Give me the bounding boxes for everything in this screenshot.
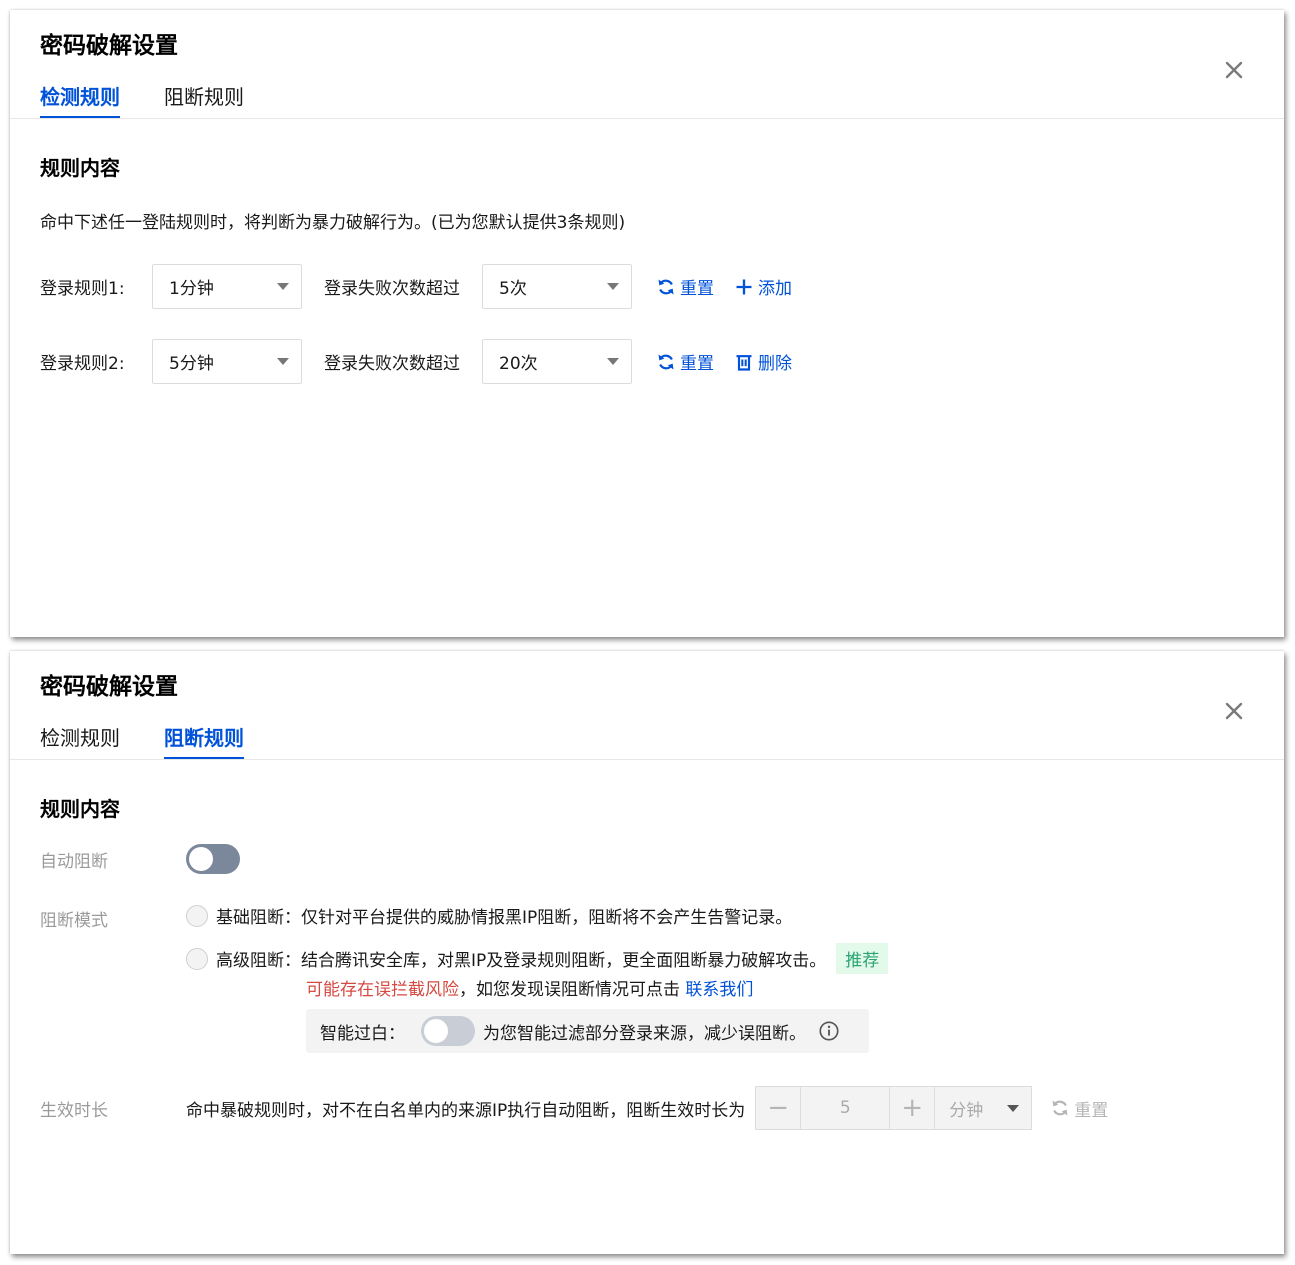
dialog-title: 密码破解设置 [40,674,178,700]
time-window-select[interactable]: 5分钟 [152,339,302,384]
close-icon[interactable] [1222,58,1246,82]
tab-bar: 检测规则 阻断规则 [40,82,244,119]
decrement-button[interactable]: − [756,1087,800,1129]
recommend-tag: 推荐 [836,943,889,974]
duration-value[interactable]: 5 [800,1087,891,1129]
info-icon[interactable] [818,1020,840,1042]
smart-whitelist-wrapper [421,1016,475,1046]
rule-label: 登录规则1: [40,279,125,299]
reset-button[interactable]: 重置 [656,349,714,374]
chevron-down-icon [607,358,619,365]
advanced-mode-text: 高级阻断：结合腾讯安全库，对黑IP及登录规则阻断，更全面阻断暴力破解攻击。 [216,951,827,971]
basic-mode-radio[interactable] [186,904,208,927]
auto-block-label: 自动阻断 [40,852,108,872]
chevron-down-icon [1007,1104,1020,1112]
brute-force-settings-dialog-detection: 密码破解设置 检测规则 阻断规则 规则内容 命中下述任一登陆规则时，将判断为暴力… [10,10,1284,637]
duration-row: 命中暴破规则时，对不在白名单内的来源IP执行自动阻断，阻断生效时长为 − 5 +… [186,1086,1108,1130]
section-title: 规则内容 [40,797,120,821]
select-value: 1分钟 [169,279,214,299]
duration-label: 生效时长 [40,1101,108,1121]
increment-button[interactable]: + [890,1087,934,1129]
refresh-icon [1052,1100,1068,1116]
close-icon[interactable] [1222,699,1246,723]
auto-block-toggle[interactable] [186,844,240,874]
smart-whitelist-desc: 为您智能过滤部分登录来源，减少误阻断。 [483,1023,806,1044]
trash-icon [736,354,752,371]
tab-divider [10,118,1284,119]
chevron-down-icon [277,283,289,290]
toggle-knob [189,847,213,871]
risk-warning-line: 可能存在误拦截风险，如您发现误阻断情况可点击 联系我们 [306,975,753,1000]
tab-divider [10,759,1284,760]
chevron-down-icon [607,283,619,290]
mode-advanced-option: 高级阻断：结合腾讯安全库，对黑IP及登录规则阻断，更全面阻断暴力破解攻击。 推荐 [186,943,889,974]
duration-unit-select[interactable]: 分钟 [934,1087,1031,1129]
duration-reset-button[interactable]: 重置 [1050,1096,1108,1121]
delete-label: 删除 [758,354,792,374]
unit-value: 分钟 [949,1100,984,1121]
add-label: 添加 [758,279,792,299]
add-rule-button[interactable]: 添加 [734,274,792,299]
tab-detection-rules[interactable]: 检测规则 [40,82,120,119]
reset-label: 重置 [680,279,714,299]
login-rule-row-2: 登录规则2: 5分钟 登录失败次数超过 20次 重置 删除 [40,339,792,384]
tab-block-rules[interactable]: 阻断规则 [164,723,244,760]
block-mode-label: 阻断模式 [40,911,108,931]
login-rule-row-1: 登录规则1: 1分钟 登录失败次数超过 5次 重置 添加 [40,264,792,309]
contact-us-link[interactable]: 联系我们 [685,980,753,1000]
fail-count-select[interactable]: 5次 [482,264,632,309]
reset-label: 重置 [1074,1100,1109,1121]
advanced-mode-radio[interactable] [186,947,208,970]
chevron-down-icon [277,358,289,365]
plus-icon [736,279,752,294]
fail-count-select[interactable]: 20次 [482,339,632,384]
mode-basic-option: 基础阻断：仅针对平台提供的威胁情报黑IP阻断，阻断将不会产生告警记录。 [186,903,792,928]
smart-whitelist-box: 智能过白： 为您智能过滤部分登录来源，减少误阻断。 [306,1009,869,1053]
section-title: 规则内容 [40,156,120,180]
smart-whitelist-toggle[interactable] [421,1016,475,1046]
reset-button[interactable]: 重置 [656,274,714,299]
tab-block-rules[interactable]: 阻断规则 [164,82,244,119]
refresh-icon [658,279,674,294]
fail-count-label: 登录失败次数超过 [324,354,460,374]
refresh-icon [658,354,674,369]
brute-force-settings-dialog-blocking: 密码破解设置 检测规则 阻断规则 规则内容 自动阻断 阻断模式 基础阻断：仅针对… [10,651,1284,1254]
tab-bar: 检测规则 阻断规则 [40,723,244,760]
select-value: 20次 [499,354,538,374]
select-value: 5分钟 [169,354,214,374]
basic-mode-text: 基础阻断：仅针对平台提供的威胁情报黑IP阻断，阻断将不会产生告警记录。 [216,908,793,928]
toggle-knob [424,1019,448,1043]
risk-suffix: ，如您发现误阻断情况可点击 [459,980,686,1000]
reset-label: 重置 [680,354,714,374]
fail-count-label: 登录失败次数超过 [324,279,460,299]
delete-rule-button[interactable]: 删除 [734,349,792,374]
time-window-select[interactable]: 1分钟 [152,264,302,309]
duration-desc: 命中暴破规则时，对不在白名单内的来源IP执行自动阻断，阻断生效时长为 [186,1100,746,1121]
tab-detection-rules[interactable]: 检测规则 [40,723,120,760]
select-value: 5次 [499,279,527,299]
smart-whitelist-label: 智能过白： [320,1023,405,1044]
rules-description: 命中下述任一登陆规则时，将判断为暴力破解行为。(已为您默认提供3条规则) [40,213,626,233]
rule-label: 登录规则2: [40,354,125,374]
risk-warning: 可能存在误拦截风险 [306,980,459,1000]
duration-stepper: − 5 + 分钟 [755,1086,1033,1130]
dialog-title: 密码破解设置 [40,33,178,59]
